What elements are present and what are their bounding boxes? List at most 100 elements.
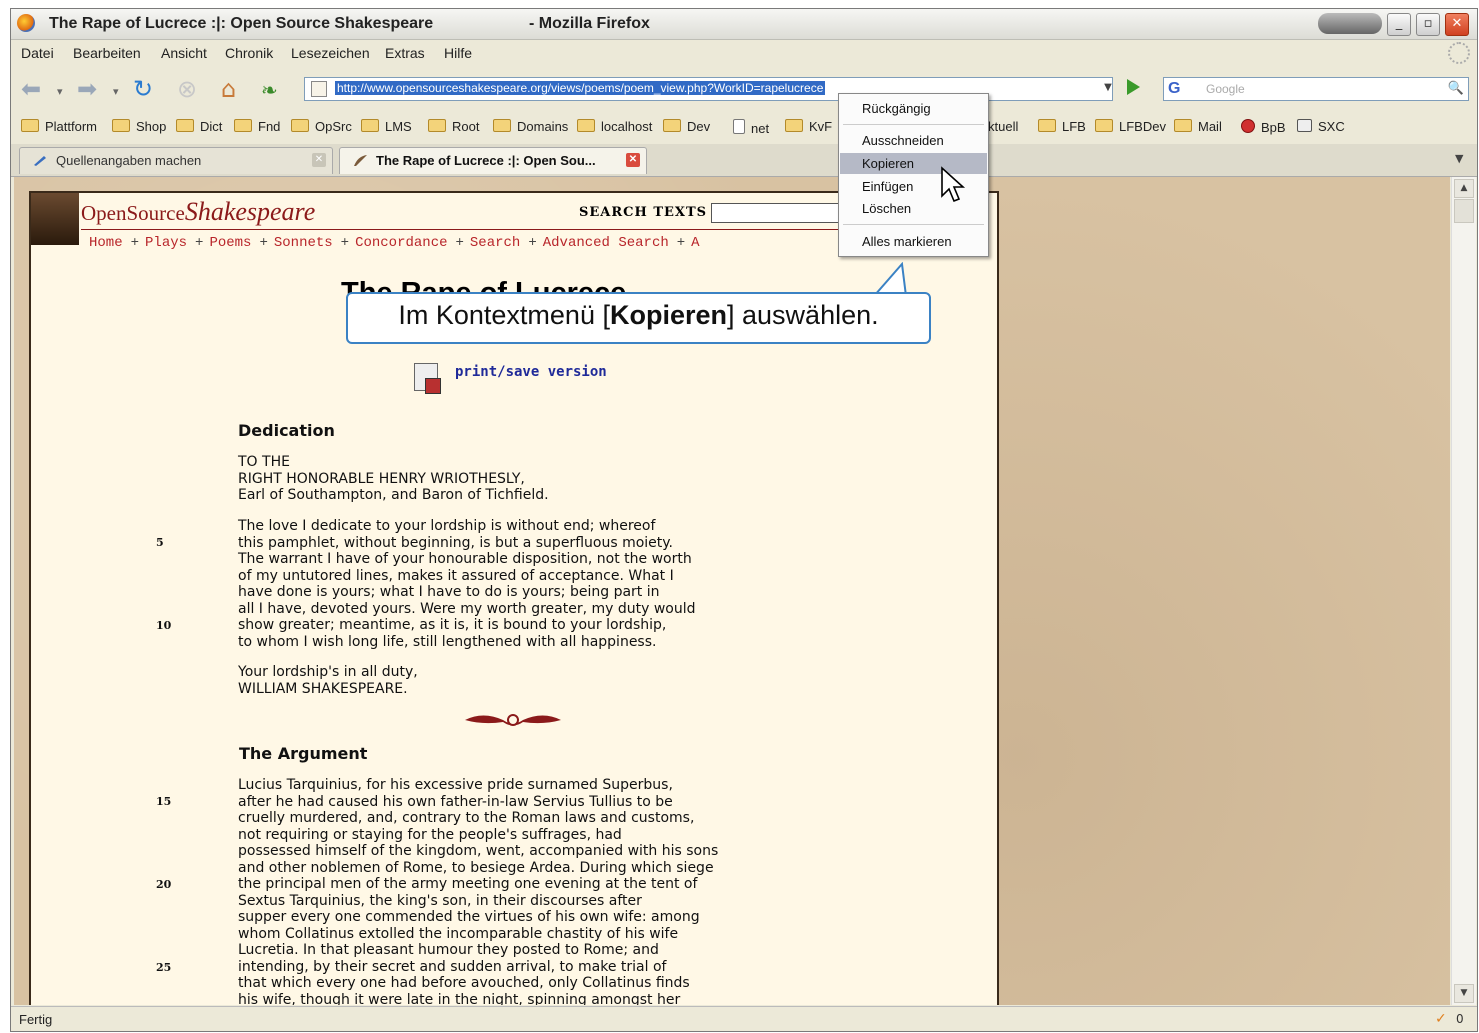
menu-hilfe[interactable]: Hilfe [444,45,472,61]
tab-close-icon[interactable]: ✕ [626,153,640,167]
leaf-addon-icon[interactable]: ❧ [261,78,278,102]
quill-icon [354,155,367,166]
tab-rape-of-lucrece[interactable]: The Rape of Lucrece :|: Open Sou... ✕ [339,147,647,174]
print-icon[interactable] [414,363,441,394]
status-count: 0 [1456,1012,1464,1026]
nav-concordance[interactable]: Concordance [355,235,447,251]
callout-pointer [873,262,907,296]
tutorial-callout: Im Kontextmenü [Kopieren] auswählen. [346,292,931,344]
url-dropdown-icon[interactable]: ▼ [1099,78,1117,98]
url-bar[interactable]: http://www.opensourceshakespeare.org/vie… [304,77,1113,101]
home-icon[interactable]: ⌂ [221,75,236,103]
bookmark-net[interactable]: net [733,119,769,136]
argument-body: Lucius Tarquinius, for his excessive pri… [238,777,719,1005]
menu-bearbeiten[interactable]: Bearbeiten [73,45,141,61]
search-icon[interactable]: 🔍 [1448,81,1464,96]
menu-bar: Datei Bearbeiten Ansicht Chronik Lesezei… [11,40,1477,66]
bookmark-bpb[interactable]: BpB [1241,119,1286,135]
maximize-button[interactable]: ▫ [1416,13,1440,36]
close-button[interactable]: ✕ [1445,13,1469,36]
folder-icon [112,119,130,132]
firefox-icon [17,14,35,32]
nav-home[interactable]: Home [89,235,123,251]
folder-icon [361,119,379,132]
scroll-up-icon[interactable]: ▲ [1454,179,1474,198]
bookmarks-toolbar: Plattform Shop Dict Fnd OpSrc LMS Root D… [11,113,1477,141]
folder-icon [1095,119,1113,132]
ornament-icon [465,714,561,726]
stop-icon[interactable]: ⊗ [177,75,197,103]
print-save-link[interactable]: print/save version [455,364,607,380]
ctx-undo[interactable]: Rückgängig [840,98,987,119]
back-icon[interactable]: ⬅ [21,75,41,103]
bookmark-lfb[interactable]: LFB [1038,119,1086,134]
line-number: 10 [156,619,172,632]
tab-list-icon[interactable]: ▼ [1455,152,1463,165]
nav-plays[interactable]: Plays [145,235,187,251]
context-menu: Rückgängig Ausschneiden Kopieren Einfüge… [838,93,989,257]
search-bar[interactable]: G Google 🔍 [1163,77,1469,101]
menu-chronik[interactable]: Chronik [225,45,273,61]
folder-icon [176,119,194,132]
navigation-toolbar: ⬅ ▾ ➡ ▾ ↻ ⊗ ⌂ ❧ http://www.opensourcesha… [11,67,1477,109]
menu-lesezeichen[interactable]: Lesezeichen [291,45,370,61]
nav-advanced-search[interactable]: Advanced Search [543,235,669,251]
line-number: 15 [156,795,172,808]
bookmark-localhost[interactable]: localhost [577,119,652,134]
folder-icon [493,119,511,132]
menu-separator [843,124,984,125]
title-bar: The Rape of Lucrece :|: Open Source Shak… [11,9,1477,40]
back-history-icon[interactable]: ▾ [57,85,63,98]
bookmark-dict[interactable]: Dict [176,119,222,134]
nav-more[interactable]: A [691,235,699,251]
tab-quellenangaben[interactable]: Quellenangaben machen ✕ [19,147,333,174]
mouse-cursor-icon [941,166,966,203]
bookmark-root[interactable]: Root [428,119,479,134]
window-title: The Rape of Lucrece :|: Open Source Shak… [49,15,434,32]
tab-label: The Rape of Lucrece :|: Open Sou... [376,153,596,168]
window-title-app: - Mozilla Firefox [529,15,650,32]
ctx-select-all[interactable]: Alles markieren [840,231,987,252]
menu-ansicht[interactable]: Ansicht [161,45,207,61]
bookmark-lfbdev[interactable]: LFBDev [1095,119,1166,134]
bookmark-dev[interactable]: Dev [663,119,710,134]
folder-icon [428,119,446,132]
bookmark-sxc[interactable]: SXC [1297,119,1345,134]
reload-icon[interactable]: ↻ [133,75,153,103]
bookmark-domains[interactable]: Domains [493,119,568,134]
bookmark-aktuell[interactable]: ktuell [988,119,1018,134]
bookmark-plattform[interactable]: Plattform [21,119,97,134]
url-text[interactable]: http://www.opensourceshakespeare.org/vie… [335,81,826,95]
status-text: Fertig [19,1012,53,1027]
media-controls-icon[interactable] [1318,13,1382,34]
vertical-scrollbar[interactable]: ▲ ▼ [1451,177,1476,1005]
scroll-thumb[interactable] [1454,199,1474,223]
bookmark-mail[interactable]: Mail [1174,119,1222,134]
menu-datei[interactable]: Datei [21,45,54,61]
forward-icon[interactable]: ➡ [77,75,97,103]
status-bar: Fertig ✓ 0 [11,1006,1477,1031]
bookmark-opsrc[interactable]: OpSrc [291,119,352,134]
forward-history-icon[interactable]: ▾ [113,85,119,98]
bookmark-kvf[interactable]: KvF [785,119,832,134]
ctx-cut[interactable]: Ausschneiden [840,130,987,151]
folder-icon [1174,119,1192,132]
site-logo[interactable]: OpenSourceShakespeare [81,197,315,227]
go-icon[interactable] [1127,79,1140,95]
bookmark-fnd[interactable]: Fnd [234,119,280,134]
scroll-down-icon[interactable]: ▼ [1454,984,1474,1003]
bookmark-shop[interactable]: Shop [112,119,166,134]
nav-sonnets[interactable]: Sonnets [274,235,333,251]
check-icon[interactable]: ✓ [1435,1011,1447,1027]
google-engine-icon[interactable]: G [1168,80,1180,98]
menu-extras[interactable]: Extras [385,45,425,61]
search-input[interactable]: Google [1206,82,1245,96]
minimize-button[interactable]: _ [1387,13,1411,36]
line-number: 20 [156,878,172,891]
tab-close-icon[interactable]: ✕ [312,153,326,167]
nav-search[interactable]: Search [470,235,520,251]
nav-poems[interactable]: Poems [209,235,251,251]
bookmark-lms[interactable]: LMS [361,119,412,134]
dedication-signature: Your lordship's in all duty, WILLIAM SHA… [238,664,418,697]
shakespeare-portrait-icon [31,193,79,245]
